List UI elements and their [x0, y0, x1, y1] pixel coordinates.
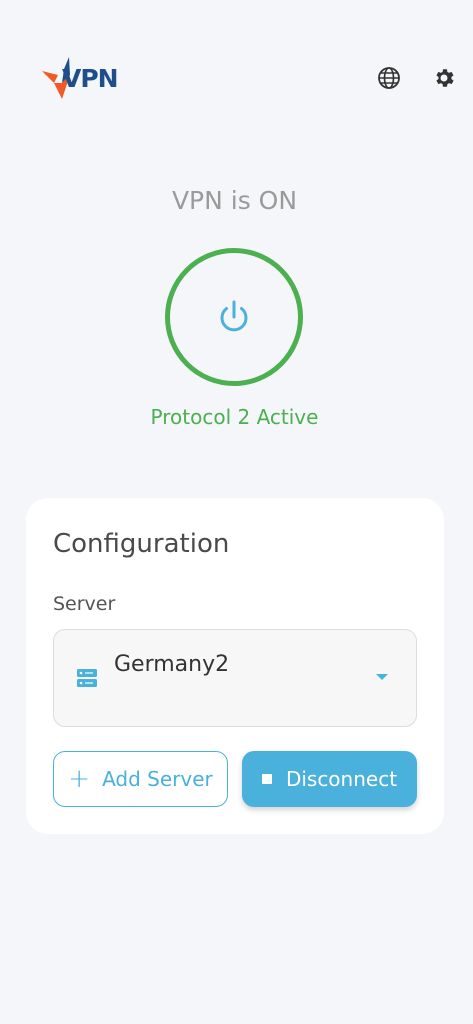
vpn-status-title: VPN is ON [171, 186, 298, 215]
server-dropdown[interactable]: Germany2 [53, 629, 417, 727]
server-icon [77, 669, 97, 687]
disconnect-label: Disconnect [285, 767, 398, 791]
stop-icon [261, 774, 272, 784]
plus-icon: + [68, 764, 91, 794]
server-selected-value: Germany2 [114, 652, 230, 677]
vpn-logo: VPN [40, 55, 135, 101]
chevron-down-icon [376, 674, 388, 680]
settings-button[interactable] [430, 64, 458, 92]
protocol-status: Protocol 2 Active [150, 405, 319, 429]
configuration-title: Configuration [53, 529, 230, 559]
globe-icon [378, 67, 400, 89]
power-toggle-button[interactable] [165, 248, 303, 386]
add-server-button[interactable]: + Add Server [53, 751, 228, 807]
configuration-card: Configuration Server Germany2 + Add Serv… [26, 498, 444, 834]
gear-icon [436, 69, 454, 87]
logo-text: VPN [62, 64, 119, 93]
disconnect-button[interactable]: Disconnect [242, 751, 417, 807]
language-button[interactable] [375, 64, 403, 92]
power-icon [220, 300, 248, 332]
add-server-label: Add Server [102, 767, 213, 791]
server-label: Server [53, 593, 116, 615]
